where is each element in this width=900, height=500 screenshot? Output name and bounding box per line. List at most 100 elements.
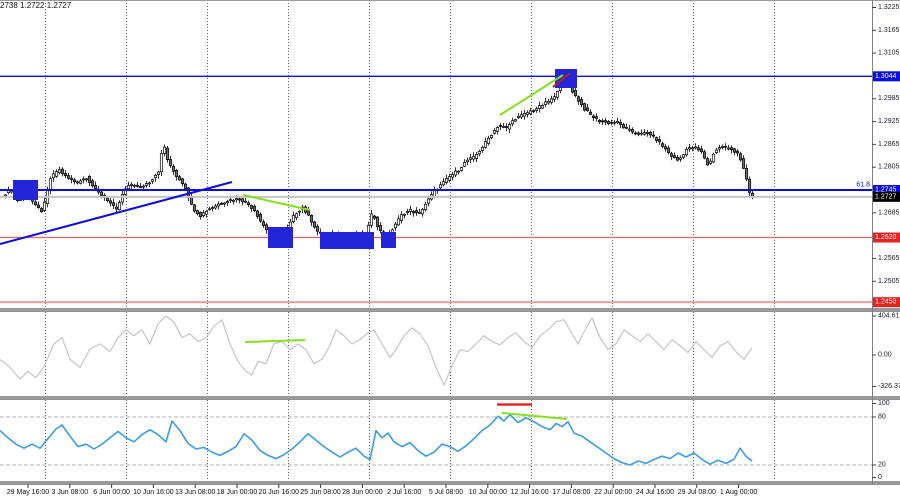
candle-body [711, 153, 716, 163]
candle-body [153, 175, 158, 179]
candle-body [225, 201, 230, 204]
candle-body [501, 126, 506, 128]
x-axis-label: 12 Jul 16:00 [511, 489, 549, 496]
candle-body [549, 98, 554, 103]
candle-body [735, 150, 740, 154]
candle-body [54, 171, 59, 177]
candle-body [585, 107, 590, 111]
y-axis-label: 1.2685 [878, 209, 900, 216]
separator-2 [0, 396, 900, 400]
candle-body [693, 146, 698, 149]
candle-body [723, 145, 728, 148]
candle-body [471, 155, 476, 160]
y-axis-label: 1.3165 [878, 27, 900, 34]
rsi-axis-label: 100 [878, 400, 890, 407]
candle-body [132, 184, 137, 187]
chart-canvas[interactable]: 1.3225 1.3165 1.3105 1.2985 1.2925 1.2865 1.28… [0, 0, 900, 500]
candle-body [453, 170, 458, 176]
x-axis-label: 29 May 16:00 [7, 489, 50, 496]
candle-body [669, 153, 674, 157]
candle-body [579, 99, 584, 105]
signal-square[interactable] [381, 232, 396, 248]
candle-body [243, 200, 248, 203]
momentum-axis-label: 0.00 [878, 352, 892, 359]
candle-body [534, 108, 539, 111]
candle-body [207, 208, 212, 211]
candle-body [678, 157, 683, 160]
candle-body [714, 149, 719, 153]
y-axis-label: 1.2925 [878, 118, 900, 125]
signal-square[interactable] [268, 227, 293, 248]
candle-body [459, 167, 464, 171]
candle-body [498, 125, 503, 127]
candle-body [447, 176, 452, 181]
candle-body [537, 105, 542, 109]
x-axis-label: 5 Jul 08:00 [429, 489, 463, 496]
candle-body [405, 211, 410, 213]
candle-body [732, 148, 737, 153]
separator-3 [0, 481, 900, 485]
candle-body [39, 208, 44, 213]
x-axis-label: 29 Jul 08:00 [678, 489, 716, 496]
trading-chart-window: 1.3225 1.3165 1.3105 1.2985 1.2925 1.2865 1.28… [0, 0, 900, 500]
candle-body [93, 185, 98, 189]
candle-body [165, 147, 170, 160]
candle-body [582, 103, 587, 111]
candle-body [171, 166, 176, 172]
x-axis-label: 22 Jul 00:00 [594, 489, 632, 496]
candle-body [144, 183, 149, 186]
candle-body [597, 119, 602, 123]
candle-body [291, 215, 296, 222]
rsi-axis-label: 80 [878, 414, 886, 421]
candle-body [507, 124, 512, 130]
candle-body [174, 170, 179, 178]
candle-body [444, 178, 449, 183]
candle-body [543, 101, 548, 105]
ohlc-readout: 2738 1.2722 1.2727 [0, 1, 72, 10]
candle-body [606, 121, 611, 124]
candle-body [264, 224, 269, 231]
candle-body [675, 157, 680, 161]
candle-body [87, 176, 92, 183]
separator-1 [0, 308, 900, 312]
candle-body [651, 134, 656, 137]
x-axis-label: 20 Jun 16:00 [259, 489, 300, 496]
candle-body [231, 200, 236, 202]
candle-body [690, 147, 695, 150]
candle-body [180, 178, 185, 184]
candle-body [480, 147, 485, 151]
signal-square[interactable] [13, 180, 38, 200]
candle-body [708, 160, 713, 164]
x-axis-label: 13 Jun 08:00 [175, 489, 216, 496]
candle-body [309, 214, 314, 223]
candle-body [744, 168, 749, 180]
y-axis-label: 1.2565 [878, 255, 900, 262]
candle-body [234, 198, 239, 201]
candle-body [99, 191, 104, 196]
signal-square[interactable] [320, 232, 374, 249]
candle-body [702, 151, 707, 159]
candle-body [456, 170, 461, 173]
candle-body [468, 157, 473, 160]
candle-body [624, 127, 629, 129]
candle-body [72, 179, 77, 182]
candle-body [51, 173, 56, 179]
candle-body [81, 178, 86, 181]
candle-body [57, 169, 62, 173]
candle-body [588, 111, 593, 115]
candle-body [213, 205, 218, 209]
x-axis-label: 2 Jul 16:00 [387, 489, 421, 496]
candle-body [294, 213, 299, 219]
candle-body [36, 204, 41, 208]
rsi-axis-label: 0 [878, 474, 882, 481]
candle-body [441, 181, 446, 186]
candle-body [462, 162, 467, 167]
candle-body [117, 202, 122, 210]
candle-body [705, 158, 710, 166]
candle-body [399, 214, 404, 221]
candle-body [486, 137, 491, 144]
candle-body [600, 120, 605, 123]
candle-body [729, 147, 734, 151]
candle-body [696, 147, 701, 151]
candle-body [699, 148, 704, 153]
